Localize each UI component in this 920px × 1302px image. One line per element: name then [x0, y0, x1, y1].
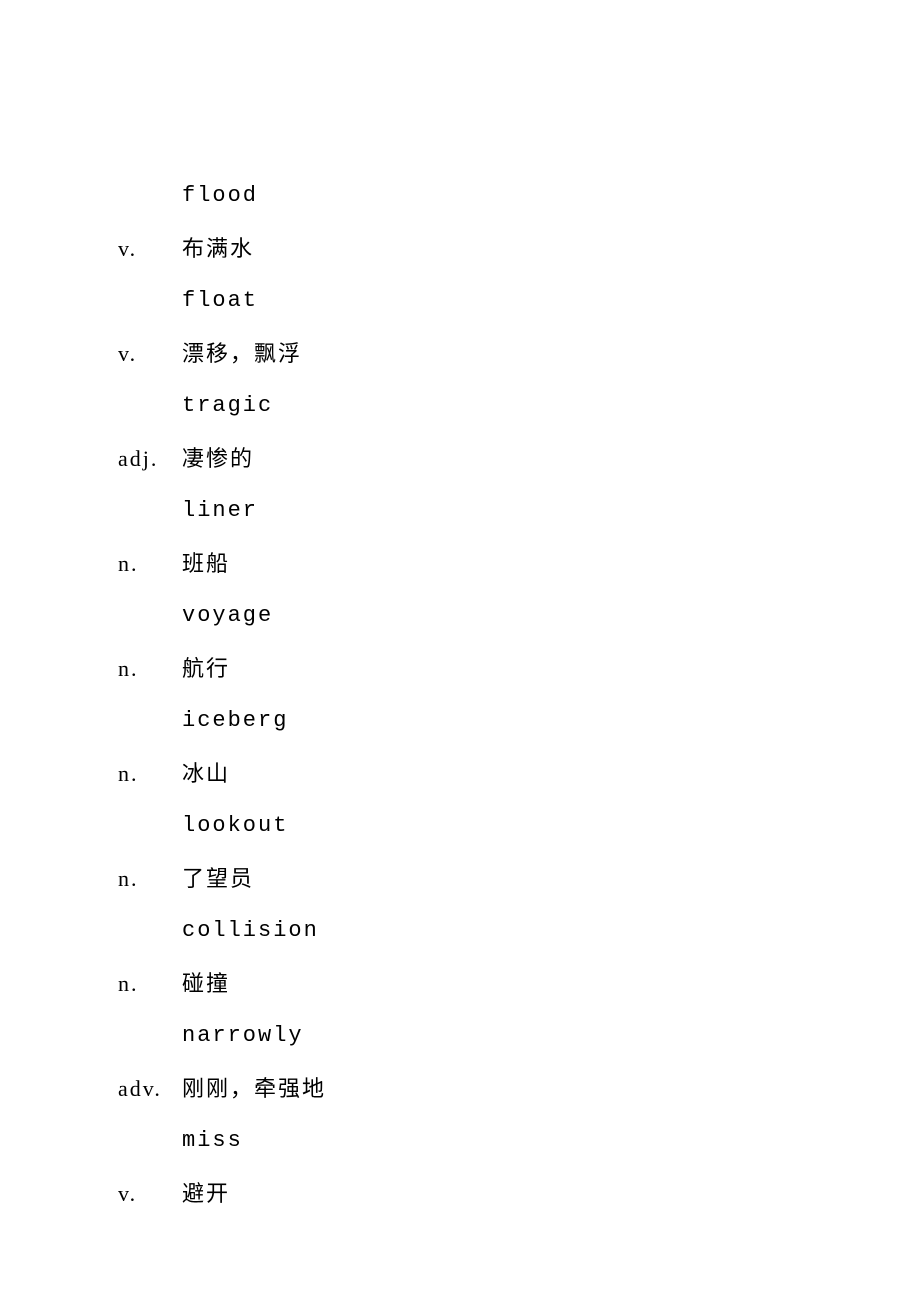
def-row: n. 航行: [118, 643, 920, 696]
definition-text: 班船: [182, 538, 230, 591]
pos-label: [118, 905, 182, 958]
pos-label: v.: [118, 1168, 182, 1221]
pos-label: [118, 170, 182, 223]
word-text: voyage: [182, 590, 273, 643]
word-text: tragic: [182, 380, 273, 433]
word-row: voyage: [118, 590, 920, 643]
def-row: v. 避开: [118, 1168, 920, 1221]
pos-label: [118, 695, 182, 748]
def-row: n. 班船: [118, 538, 920, 591]
word-text: flood: [182, 170, 258, 223]
word-text: float: [182, 275, 258, 328]
word-row: narrowly: [118, 1010, 920, 1063]
pos-label: n.: [118, 958, 182, 1011]
definition-text: 布满水: [182, 223, 254, 276]
word-row: tragic: [118, 380, 920, 433]
pos-label: [118, 485, 182, 538]
definition-text: 冰山: [182, 748, 230, 801]
word-text: collision: [182, 905, 319, 958]
vocabulary-list: flood v. 布满水 float v. 漂移，飘浮 tragic adj. …: [0, 0, 920, 1220]
word-text: lookout: [182, 800, 288, 853]
pos-label: [118, 1010, 182, 1063]
definition-text: 刚刚，牵强地: [182, 1063, 326, 1116]
pos-label: adj.: [118, 433, 182, 486]
word-row: flood: [118, 170, 920, 223]
word-row: lookout: [118, 800, 920, 853]
pos-label: [118, 800, 182, 853]
def-row: n. 了望员: [118, 853, 920, 906]
pos-label: v.: [118, 223, 182, 276]
word-text: narrowly: [182, 1010, 304, 1063]
def-row: adv. 刚刚，牵强地: [118, 1063, 920, 1116]
pos-label: n.: [118, 748, 182, 801]
word-row: float: [118, 275, 920, 328]
def-row: n. 碰撞: [118, 958, 920, 1011]
def-row: n. 冰山: [118, 748, 920, 801]
word-row: miss: [118, 1115, 920, 1168]
pos-label: [118, 590, 182, 643]
pos-label: [118, 275, 182, 328]
pos-label: n.: [118, 538, 182, 591]
pos-label: adv.: [118, 1063, 182, 1116]
definition-text: 了望员: [182, 853, 254, 906]
def-row: v. 漂移，飘浮: [118, 328, 920, 381]
word-text: miss: [182, 1115, 243, 1168]
pos-label: [118, 380, 182, 433]
pos-label: v.: [118, 328, 182, 381]
pos-label: [118, 1115, 182, 1168]
definition-text: 避开: [182, 1168, 230, 1221]
definition-text: 漂移，飘浮: [182, 328, 302, 381]
definition-text: 航行: [182, 643, 230, 696]
definition-text: 凄惨的: [182, 433, 254, 486]
word-text: iceberg: [182, 695, 288, 748]
pos-label: n.: [118, 853, 182, 906]
definition-text: 碰撞: [182, 958, 230, 1011]
def-row: v. 布满水: [118, 223, 920, 276]
word-row: liner: [118, 485, 920, 538]
word-text: liner: [182, 485, 258, 538]
def-row: adj. 凄惨的: [118, 433, 920, 486]
word-row: iceberg: [118, 695, 920, 748]
pos-label: n.: [118, 643, 182, 696]
word-row: collision: [118, 905, 920, 958]
